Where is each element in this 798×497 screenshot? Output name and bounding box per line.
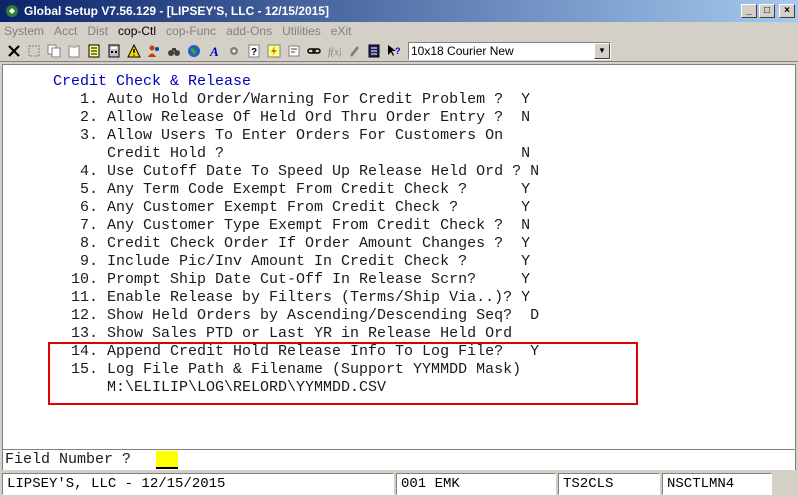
option-line-3: 3. Allow Users To Enter Orders For Custo… [53, 127, 504, 144]
status-bar: LIPSEY'S, LLC - 12/15/2015 001 EMK TS2CL… [0, 470, 798, 497]
option-line-11: 11. Enable Release by Filters (Terms/Shi… [53, 289, 531, 306]
calculator-icon[interactable] [104, 41, 123, 60]
toolbar: A ? f(x) ? 10x18 Courier New ▼ [0, 40, 798, 62]
option-line-1: 1. Auto Hold Order/Warning For Credit Pr… [53, 91, 531, 108]
status-program: NSCTLMN4 [662, 472, 772, 495]
close-button[interactable]: × [779, 4, 795, 18]
lightning-icon[interactable] [264, 41, 283, 60]
edit-icon[interactable] [344, 41, 363, 60]
svg-text:A: A [209, 44, 219, 58]
select-icon[interactable] [24, 41, 43, 60]
option-line-7: 7. Any Customer Type Exempt From Credit … [53, 217, 531, 234]
status-terminal: TS2CLS [558, 472, 660, 495]
menu-cop-ctl[interactable]: cop-Ctl [118, 24, 156, 38]
app-icon [4, 3, 20, 19]
field-number-input[interactable] [156, 451, 178, 469]
option-line-6: 6. Any Customer Exempt From Credit Check… [53, 199, 531, 216]
help-pointer-icon[interactable]: ? [384, 41, 403, 60]
option-line-4: 4. Use Cutoff Date To Speed Up Release H… [53, 163, 540, 180]
window-title: Global Setup V7.56.129 - [LIPSEY'S, LLC … [24, 4, 329, 18]
option-line-9: 9. Include Pic/Inv Amount In Credit Chec… [53, 253, 531, 270]
settings-icon[interactable] [224, 41, 243, 60]
menu-exit[interactable]: eXit [331, 24, 352, 38]
svg-text:?: ? [251, 47, 257, 58]
font-select[interactable]: 10x18 Courier New ▼ [408, 41, 611, 60]
option-line-2: 2. Allow Release Of Held Ord Thru Order … [53, 109, 531, 126]
menu-add-ons[interactable]: add-Ons [226, 24, 272, 38]
highlight-box [48, 342, 638, 405]
field-prompt-label: Field Number ? [5, 451, 132, 468]
font-select-value: 10x18 Courier New [411, 43, 514, 58]
option-line-10: 10. Prompt Ship Date Cut-Off In Release … [53, 271, 531, 288]
cancel-icon[interactable] [4, 41, 23, 60]
notepad-icon[interactable] [84, 41, 103, 60]
option-line-5: 5. Any Term Code Exempt From Credit Chec… [53, 181, 531, 198]
users-icon[interactable] [144, 41, 163, 60]
svg-text:f(x): f(x) [328, 47, 341, 58]
binoculars-icon[interactable] [164, 41, 183, 60]
option-line-12: 12. Show Held Orders by Ascending/Descen… [53, 307, 540, 324]
terminal-screen: Credit Check & Release 1. Auto Hold Orde… [2, 64, 796, 450]
option-line-3b: Credit Hold ? N [53, 145, 531, 162]
question-icon[interactable]: ? [244, 41, 263, 60]
function-icon[interactable]: f(x) [324, 41, 343, 60]
status-user: 001 EMK [396, 472, 556, 495]
globe-icon[interactable] [184, 41, 203, 60]
menu-cop-func[interactable]: cop-Func [166, 24, 216, 38]
font-icon[interactable]: A [204, 41, 223, 60]
option-line-13: 13. Show Sales PTD or Last YR in Release… [53, 325, 513, 342]
maximize-button[interactable]: □ [759, 4, 775, 18]
warning-icon[interactable] [124, 41, 143, 60]
copy-icon[interactable] [44, 41, 63, 60]
field-prompt-bar: Field Number ? [2, 450, 796, 470]
menu-utilities[interactable]: Utilities [282, 24, 321, 38]
chevron-down-icon[interactable]: ▼ [594, 42, 610, 59]
minimize-button[interactable]: _ [741, 4, 757, 18]
option-line-8: 8. Credit Check Order If Order Amount Ch… [53, 235, 531, 252]
paste-icon[interactable] [64, 41, 83, 60]
svg-text:?: ? [395, 46, 401, 56]
menu-system[interactable]: System [4, 24, 44, 38]
menu-acct[interactable]: Acct [54, 24, 77, 38]
script-icon[interactable] [284, 41, 303, 60]
list-icon[interactable] [364, 41, 383, 60]
menu-bar: System Acct Dist cop-Ctl cop-Func add-On… [0, 22, 798, 40]
status-company: LIPSEY'S, LLC - 12/15/2015 [2, 472, 394, 495]
menu-dist[interactable]: Dist [87, 24, 108, 38]
link-icon[interactable] [304, 41, 323, 60]
section-title: Credit Check & Release [53, 73, 252, 90]
title-bar: Global Setup V7.56.129 - [LIPSEY'S, LLC … [0, 0, 798, 22]
